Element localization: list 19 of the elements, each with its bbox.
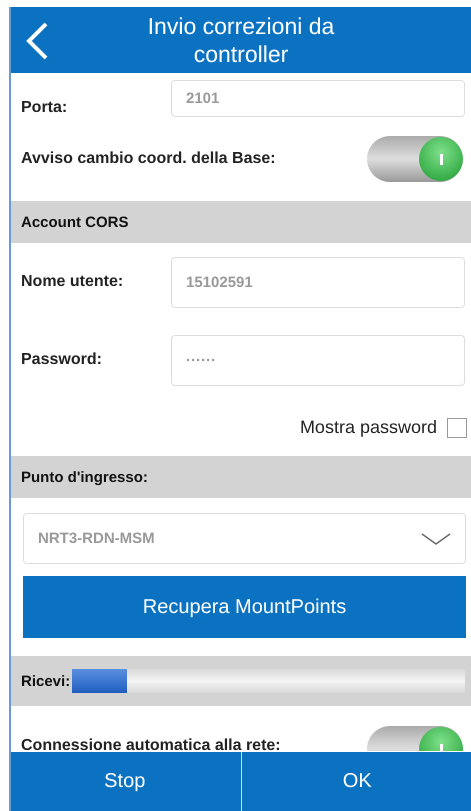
input-field[interactable]: ······ <box>171 334 465 386</box>
retrieve-button[interactable]: Recupera MountPoints <box>23 576 466 638</box>
screen-title: Invio correzioni da controller <box>146 12 336 68</box>
progress-label: Ricevi: <box>21 672 70 690</box>
checkbox-label: Mostra password <box>300 417 437 438</box>
chevron-down-icon <box>421 532 451 544</box>
section-header: Account CORS <box>11 201 471 243</box>
field-label: Nome utente: <box>21 273 124 291</box>
setting-label: Avviso cambio coord. della Base: <box>21 150 276 168</box>
dropdown-field[interactable]: NRT3-RDN-MSM <box>23 513 466 564</box>
checkbox[interactable] <box>447 418 467 438</box>
input-field[interactable]: 15102591 <box>171 256 465 308</box>
section-header: Punto d'ingresso: <box>11 456 471 498</box>
field-label: Porta: <box>21 99 68 117</box>
toggle-switch[interactable] <box>367 136 463 182</box>
field-label: Password: <box>21 351 103 369</box>
setting-label: Connessione automatica alla rete: <box>21 737 281 751</box>
back-icon[interactable] <box>25 21 49 61</box>
input-field[interactable]: 2101 <box>171 80 465 117</box>
